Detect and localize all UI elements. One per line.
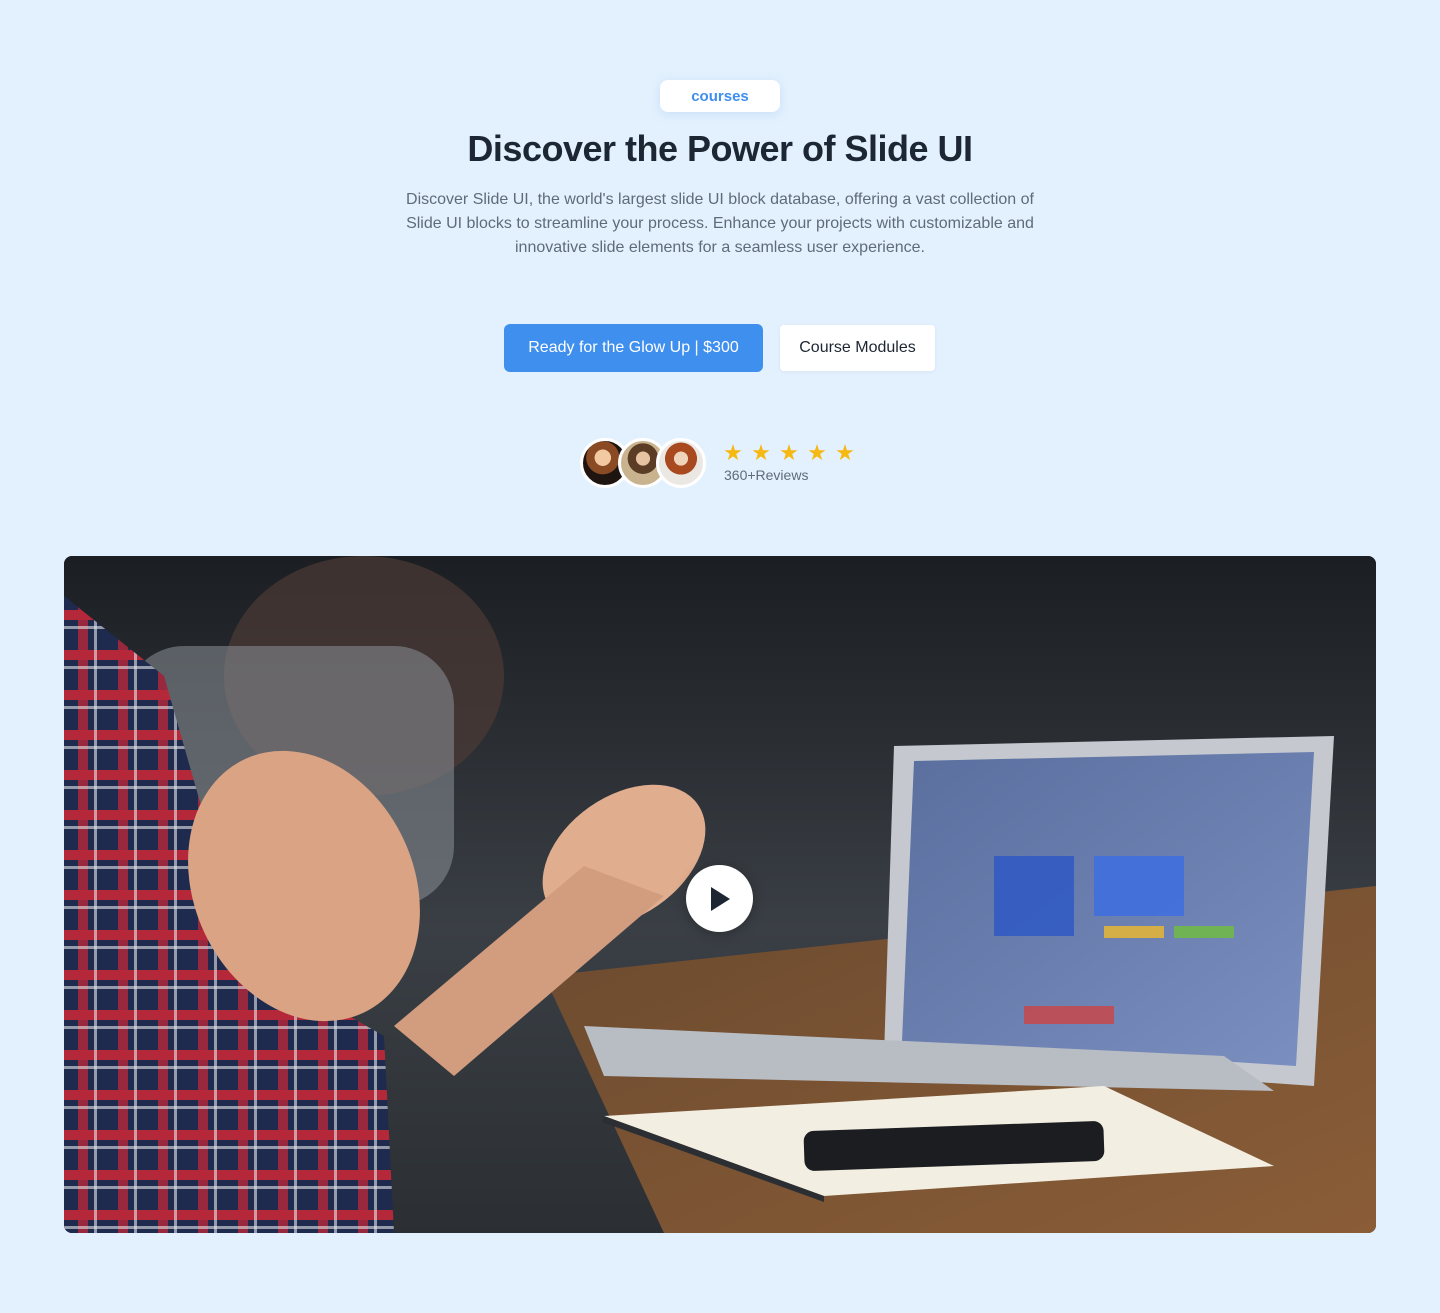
star-icon: ★	[779, 440, 799, 465]
section-badge: courses	[660, 80, 780, 112]
star-icon: ★	[751, 440, 771, 465]
course-modules-button[interactable]: Course Modules	[780, 325, 935, 371]
page-title: Discover the Power of Slide UI	[467, 128, 973, 169]
avatar	[656, 438, 706, 488]
star-rating: ★ ★ ★ ★ ★	[722, 442, 856, 464]
reviews-count: 360+Reviews	[724, 467, 809, 483]
courses-hero-page: courses Discover the Power of Slide UI D…	[0, 0, 1440, 1313]
play-icon	[710, 886, 730, 911]
page-subtitle: Discover Slide UI, the world's largest s…	[406, 191, 1034, 256]
play-button[interactable]	[686, 865, 753, 932]
reviewer-avatars	[580, 438, 710, 490]
star-icon: ★	[835, 440, 855, 465]
buy-course-button[interactable]: Ready for the Glow Up | $300	[504, 324, 763, 372]
star-icon: ★	[807, 440, 827, 465]
star-icon: ★	[723, 440, 743, 465]
